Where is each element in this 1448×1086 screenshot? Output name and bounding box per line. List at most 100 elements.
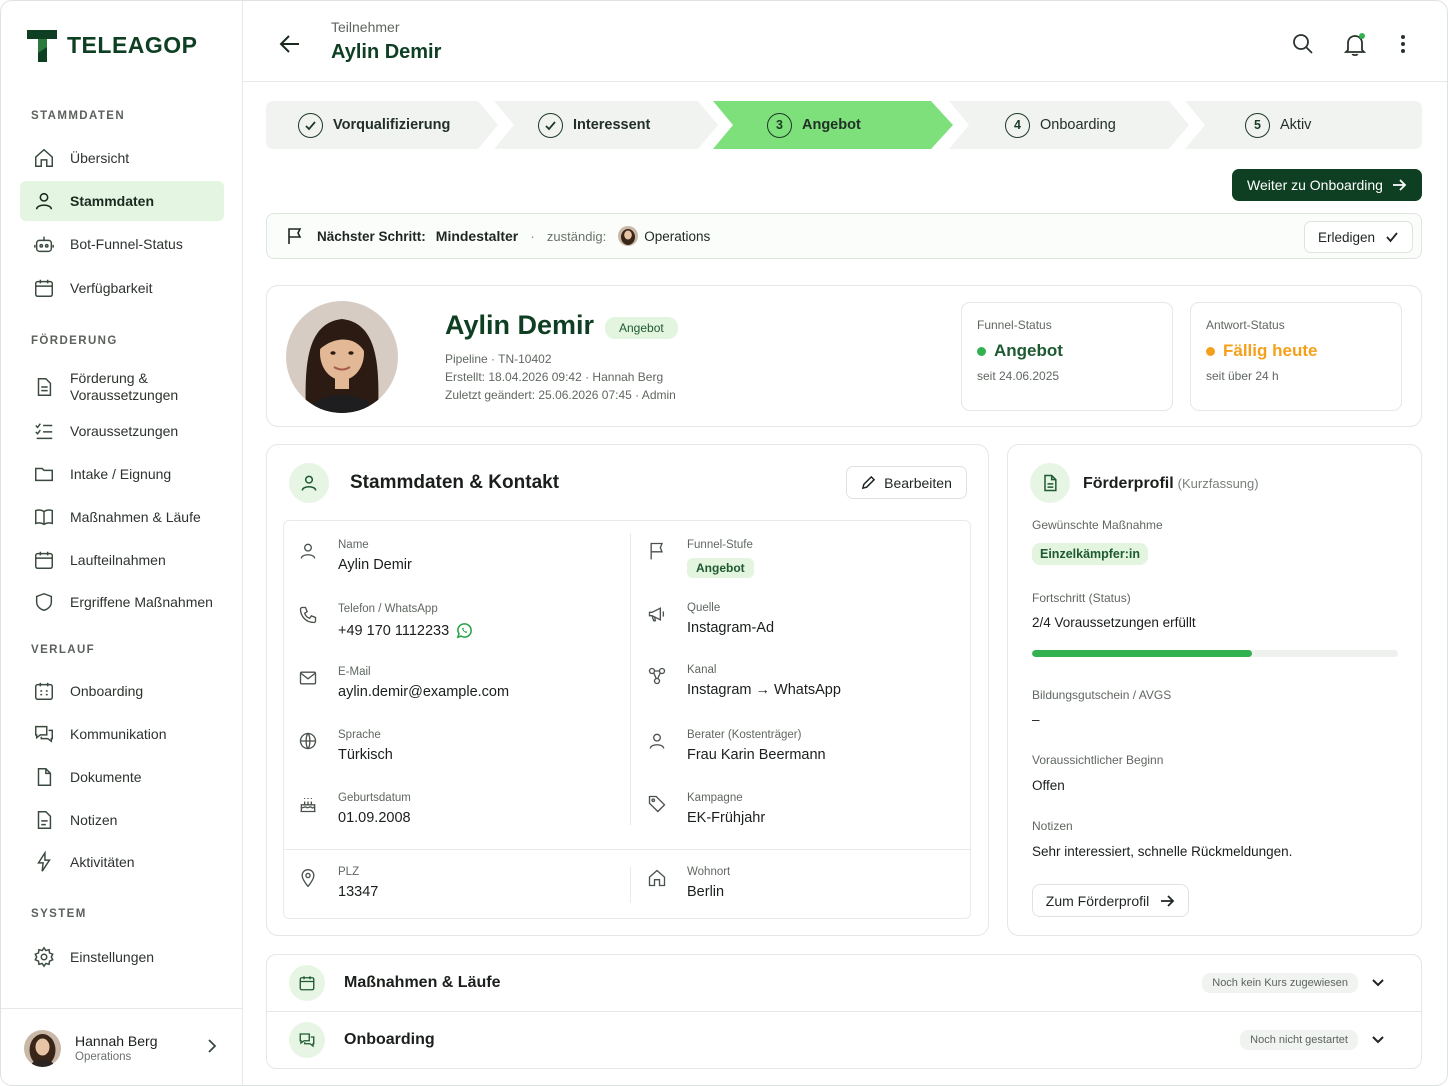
next-step-bar: Nächster Schritt: Mindestalter · zuständ… [266, 213, 1422, 259]
step-label: Onboarding [1040, 117, 1116, 133]
sidebar-item-stammdaten[interactable]: Stammdaten [20, 181, 224, 221]
foerderprofil-card: Förderprofil (Kurzfassung) Gewünschte Maß… [1007, 444, 1422, 936]
contact-title: Stammdaten & Kontakt [350, 472, 560, 493]
field-value: Angebot [687, 558, 754, 578]
meta-modified: Zuletzt geändert: 25.06.2026 07:45 · Adm… [445, 388, 676, 402]
value-text: Frau Karin Beermann [687, 747, 826, 763]
funnel-status-value: Angebot [977, 341, 1157, 361]
book-icon [35, 509, 53, 526]
sidebar-item-aktivitaeten[interactable]: Aktivitäten [20, 842, 224, 882]
field-label: Name [338, 539, 369, 551]
accordion-onboarding[interactable]: Onboarding Noch nicht gestartet [266, 1011, 1422, 1069]
sidebar-item-dokumente[interactable]: Dokumente [20, 757, 224, 797]
more-menu-button[interactable] [1395, 32, 1411, 56]
button-label: Zum Förderprofil [1045, 892, 1150, 909]
logo-icon [27, 30, 57, 62]
field-value: 01.09.2008 [338, 810, 411, 826]
funnel-status-title: Funnel-Status [977, 318, 1052, 332]
field-label: Sprache [338, 729, 381, 741]
logo[interactable]: TELEAGOP [25, 27, 198, 63]
next-stage-button[interactable]: Weiter zu Onboarding [1232, 169, 1422, 201]
sidebar-item-massnahmen[interactable]: Maßnahmen & Läufe [20, 497, 224, 537]
sidebar-item-uebersicht[interactable]: Übersicht [20, 138, 224, 178]
whatsapp-icon[interactable] [455, 621, 474, 640]
step-angebot[interactable]: 3 Angebot [713, 101, 953, 149]
sidebar-item-label: Laufteilnahmen [70, 552, 166, 568]
robot-icon [34, 236, 54, 253]
map-pin-icon [301, 868, 315, 888]
accordion-massnahmen[interactable]: Maßnahmen & Läufe Noch kein Kurs zugewie… [266, 954, 1422, 1012]
sidebar-item-intake[interactable]: Intake / Eignung [20, 454, 224, 494]
next-step-value: Mindestalter [435, 228, 519, 244]
massnahme-badge: Einzelkämpfer:in [1032, 543, 1149, 565]
search-button[interactable] [1291, 32, 1315, 56]
home-icon [35, 148, 53, 167]
notizen-value: Sehr interessiert, schnelle Rückmeldunge… [1032, 844, 1293, 859]
step-interessent[interactable]: Interessent [494, 101, 718, 149]
sidebar-item-einstellungen[interactable]: Einstellungen [20, 937, 224, 977]
phone-icon [299, 606, 317, 624]
field-value: Aylin Demir [338, 557, 412, 573]
title-text: Förderprofil [1083, 475, 1174, 492]
sidebar-item-voraussetzungen[interactable]: Voraussetzungen [20, 411, 224, 451]
sidebar-item-label: Ergriffene Maßnahmen [70, 594, 213, 610]
arrow-left-icon [279, 35, 299, 53]
section-stammdaten: STAMMDATEN [31, 110, 126, 122]
value-text: +49 170 1112233 [338, 622, 450, 639]
back-button[interactable] [277, 31, 303, 57]
check-icon [1386, 232, 1398, 243]
brand-name: TELEAGOP [67, 31, 198, 58]
mail-icon [299, 671, 317, 685]
notifications-button[interactable] [1342, 32, 1368, 58]
divider [630, 867, 631, 903]
sidebar-item-label: Dokumente [70, 769, 142, 785]
checklist-icon [35, 423, 53, 440]
sidebar-item-laufteilnahmen[interactable]: Laufteilnahmen [20, 540, 224, 580]
edit-button[interactable]: Bearbeiten [846, 466, 967, 499]
field-value: Instagram-Ad [687, 620, 774, 636]
status-badge: Angebot [605, 317, 678, 339]
gutschein-label: Bildungsgutschein / AVGS [1032, 688, 1172, 702]
sidebar-item-label: Maßnahmen & Läufe [70, 509, 201, 525]
massnahme-label: Gewünschte Maßnahme [1032, 518, 1163, 532]
antwort-status-since: seit über 24 h [1206, 369, 1279, 383]
user-menu[interactable]: Hannah Berg Operations [1, 1008, 242, 1085]
arrow-right-icon [1161, 894, 1175, 907]
field-value[interactable]: aylin.demir@example.com [338, 684, 509, 700]
sidebar-item-bot-funnel-status[interactable]: Bot-Funnel-Status [20, 224, 224, 264]
sidebar-item-notizen[interactable]: Notizen [20, 800, 224, 840]
accordion-status: Noch kein Kurs zugewiesen [1202, 973, 1358, 993]
sidebar-item-foerderung[interactable]: Förderung & Voraussetzungen [20, 363, 224, 411]
label-line-2: Voraussetzungen [70, 387, 179, 403]
sidebar-item-ergriffene[interactable]: Ergriffene Maßnahmen [20, 582, 224, 622]
chevron-right-icon [208, 1039, 217, 1053]
gear-icon [34, 946, 54, 968]
accordion-title: Maßnahmen & Läufe [344, 974, 501, 991]
cake-icon [300, 798, 316, 813]
step-onboarding[interactable]: 4 Onboarding [949, 101, 1189, 149]
sidebar-item-kommunikation[interactable]: Kommunikation [20, 714, 224, 754]
tag-icon [648, 795, 666, 813]
megaphone-icon [648, 607, 665, 622]
section-system: SYSTEM [31, 908, 87, 920]
open-foerderprofil-button[interactable]: Zum Förderprofil [1032, 884, 1189, 917]
sidebar-item-onboarding[interactable]: Onboarding [20, 671, 224, 711]
field-value[interactable]: +49 170 1112233 [338, 621, 474, 640]
breadcrumb[interactable]: Teilnehmer [331, 19, 399, 35]
field-label: Kampagne [687, 792, 743, 804]
user-icon [300, 543, 316, 559]
step-vorqualifizierung[interactable]: Vorqualifizierung [266, 101, 498, 149]
sidebar: TELEAGOP STAMMDATEN Übersicht Stammdaten… [1, 1, 243, 1085]
flag-icon [650, 542, 663, 560]
field-label: Funnel-Stufe [687, 539, 753, 551]
owner-label: zuständig: [546, 228, 607, 244]
funnel-status-box: Funnel-Status Angebot seit 24.06.2025 [961, 302, 1173, 411]
button-label: Weiter zu Onboarding [1247, 177, 1383, 193]
done-button[interactable]: Erledigen [1304, 221, 1413, 253]
step-aktiv[interactable]: 5 Aktiv [1185, 101, 1422, 149]
sidebar-item-verfuegbarkeit[interactable]: Verfügbarkeit [20, 268, 224, 308]
pencil-icon [861, 475, 876, 490]
section-foerderung: FÖRDERUNG [31, 335, 118, 347]
field-value: Berlin [687, 884, 724, 900]
calendar-icon [35, 551, 53, 569]
